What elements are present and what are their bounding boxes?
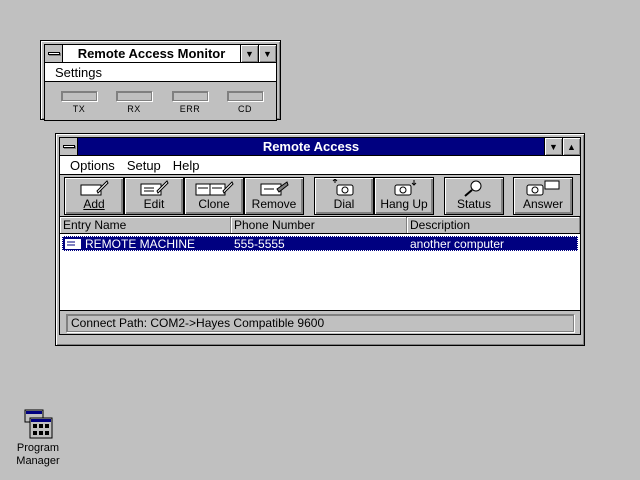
err-label: ERR xyxy=(179,104,201,114)
entry-list[interactable]: Entry Name Phone Number Description REMO… xyxy=(59,217,581,311)
monitor-indicators: TX RX ERR CD xyxy=(44,82,277,121)
program-manager-icon[interactable]: Program Manager xyxy=(8,408,68,468)
answer-button[interactable]: Answer xyxy=(513,177,573,215)
column-entry-name[interactable]: Entry Name xyxy=(60,217,231,233)
cd-label: CD xyxy=(238,104,252,114)
program-manager-label: Program Manager xyxy=(16,442,60,467)
toolbar: Add Edit Clone Remove Dial Hang Up Statu… xyxy=(59,175,581,217)
entry-name: REMOTE MACHINE xyxy=(85,236,196,251)
main-titlebar[interactable]: Remote Access ▼ ▲ xyxy=(59,137,581,156)
tx-indicator xyxy=(61,91,97,101)
system-menu-icon[interactable] xyxy=(60,138,78,155)
menu-options[interactable]: Options xyxy=(64,158,121,173)
column-description[interactable]: Description xyxy=(407,217,580,233)
entry-phone: 555-5555 xyxy=(234,236,285,251)
magnifier-icon xyxy=(464,180,482,197)
menu-settings[interactable]: Settings xyxy=(49,65,108,80)
maximize-icon[interactable]: ▲ xyxy=(562,138,580,155)
column-phone-number[interactable]: Phone Number xyxy=(231,217,407,233)
clone-button[interactable]: Clone xyxy=(184,177,244,215)
list-item[interactable]: REMOTE MACHINE 555-5555 another computer xyxy=(62,236,578,251)
add-entry-icon xyxy=(80,180,109,196)
edit-button[interactable]: Edit xyxy=(124,177,184,215)
program-manager-icon-image xyxy=(24,409,53,439)
cd-indicator xyxy=(227,91,263,101)
minimize-icon[interactable]: ▼ xyxy=(240,45,258,62)
rx-label: RX xyxy=(127,104,141,114)
dropdown-arrow-icon[interactable]: ▼ xyxy=(258,45,276,62)
err-indicator xyxy=(172,91,208,101)
add-button[interactable]: Add xyxy=(64,177,124,215)
status-button[interactable]: Status xyxy=(444,177,504,215)
remote-access-window: Remote Access ▼ ▲ Options Setup Help Add… xyxy=(55,133,585,346)
entry-description: another computer xyxy=(410,236,505,251)
phone-answer-icon xyxy=(526,180,560,196)
clone-entry-icon xyxy=(195,181,234,196)
remove-button[interactable]: Remove xyxy=(244,177,304,215)
status-bar: Connect Path: COM2->Hayes Compatible 960… xyxy=(59,311,581,335)
phone-hangup-icon xyxy=(394,180,417,196)
edit-entry-icon xyxy=(140,180,169,196)
monitor-titlebar[interactable]: Remote Access Monitor ▼ ▼ xyxy=(44,44,277,63)
menu-setup[interactable]: Setup xyxy=(121,158,167,173)
main-menubar: Options Setup Help xyxy=(59,156,581,175)
entry-card-icon xyxy=(65,238,81,249)
rx-indicator xyxy=(116,91,152,101)
system-menu-icon[interactable] xyxy=(45,45,63,62)
window-title: Remote Access Monitor xyxy=(77,46,226,61)
monitor-menubar: Settings xyxy=(44,63,277,82)
column-headers: Entry Name Phone Number Description xyxy=(60,217,580,234)
menu-help[interactable]: Help xyxy=(167,158,206,173)
dial-button[interactable]: Dial xyxy=(314,177,374,215)
monitor-window: Remote Access Monitor ▼ ▼ Settings TX RX… xyxy=(40,40,281,121)
minimize-icon[interactable]: ▼ xyxy=(544,138,562,155)
phone-dial-icon xyxy=(332,179,354,196)
window-title: Remote Access xyxy=(262,139,360,154)
tx-label: TX xyxy=(72,104,86,114)
remove-entry-icon xyxy=(260,181,289,196)
hang-up-button[interactable]: Hang Up xyxy=(374,177,434,215)
connect-path: Connect Path: COM2->Hayes Compatible 960… xyxy=(66,314,574,332)
